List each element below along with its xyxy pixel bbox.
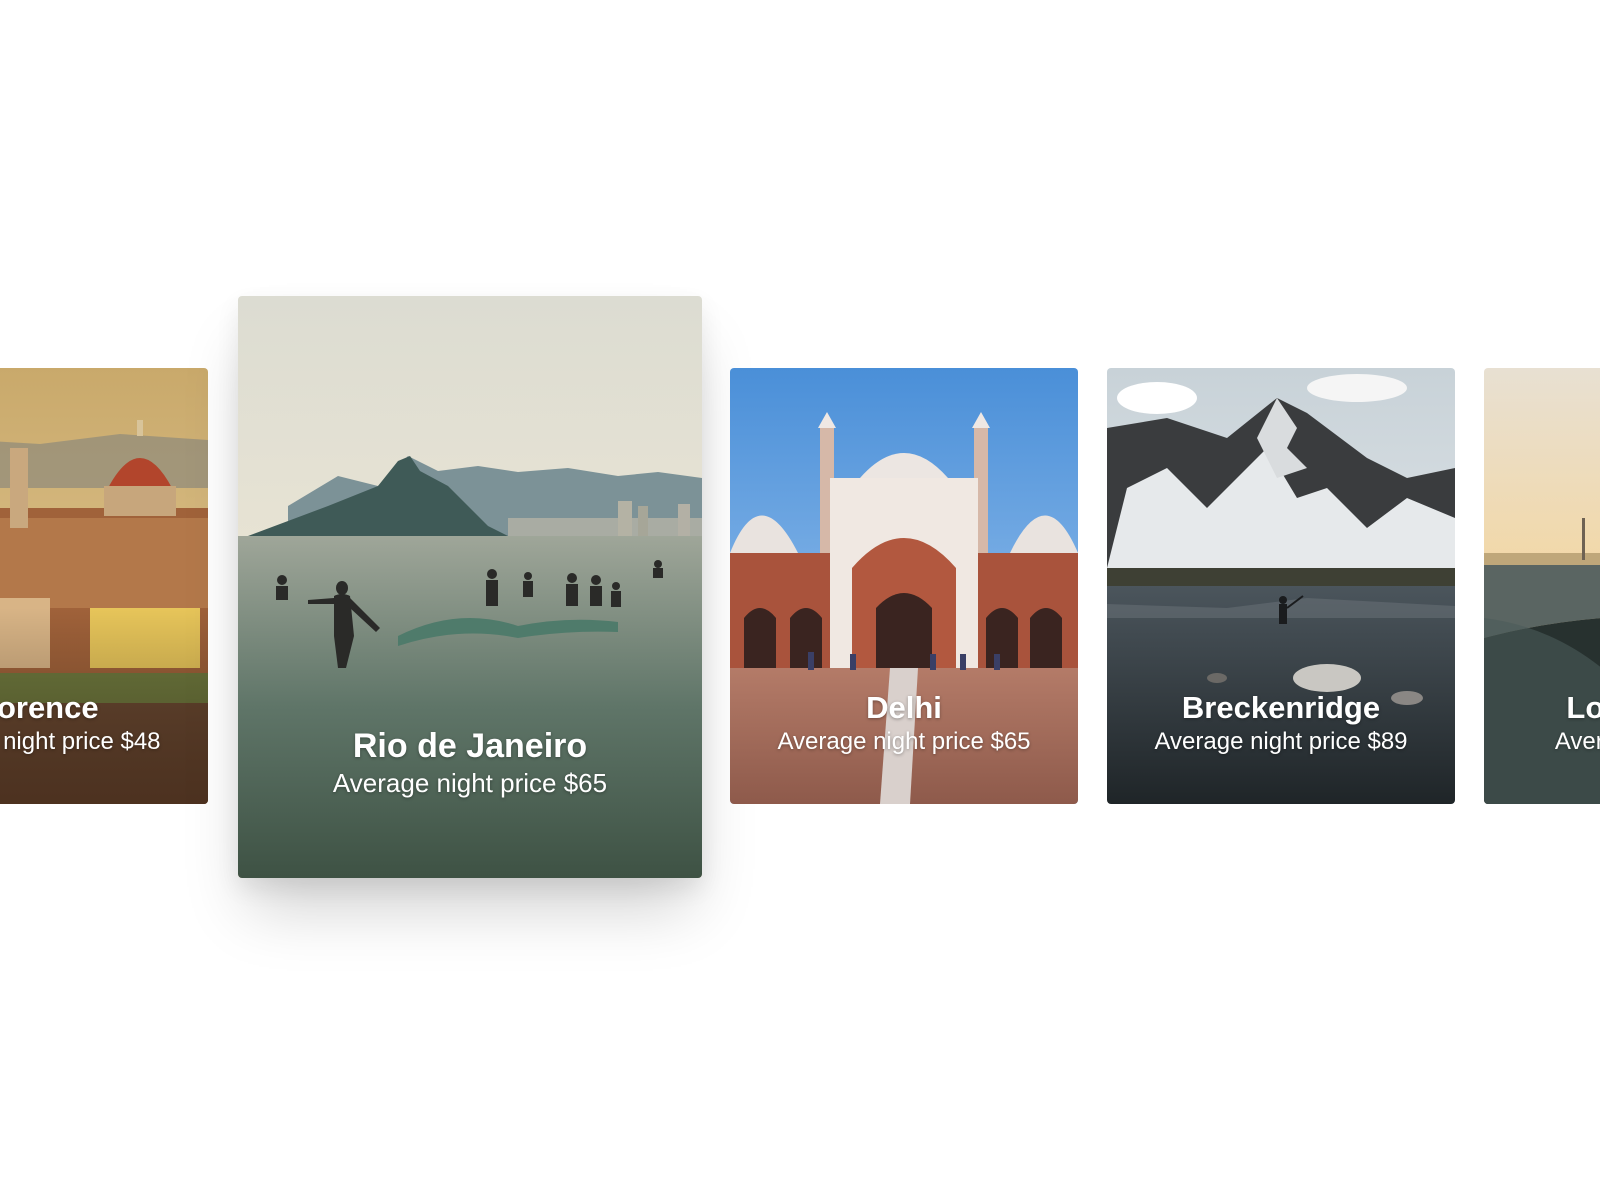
card-label: Los Angeles Average night price (1484, 690, 1600, 758)
average-price: Average night price $65 (332, 768, 608, 798)
card-label: Delhi Average night price $65 (730, 690, 1078, 758)
city-name: Los Angeles (1566, 690, 1600, 725)
average-price: Average night price $89 (1154, 728, 1408, 755)
destination-card-breckenridge[interactable]: Breckenridge Average night price $89 (1107, 368, 1455, 804)
average-price: Average night price $65 (777, 728, 1031, 755)
card-label: Breckenridge Average night price $89 (1107, 690, 1455, 758)
destination-carousel: Florence Average night price $48 (0, 0, 1600, 1200)
destination-card-los-angeles[interactable]: Los Angeles Average night price (1484, 368, 1600, 804)
city-name: Delhi (866, 690, 942, 725)
average-price: Average night price $48 (0, 728, 161, 755)
destination-card-delhi[interactable]: Delhi Average night price $65 (730, 368, 1078, 804)
card-label: Rio de Janeiro Average night price $65 (238, 726, 702, 800)
average-price: Average night price (1554, 728, 1600, 755)
city-name: Rio de Janeiro (352, 727, 588, 765)
city-name: Breckenridge (1181, 690, 1381, 725)
destination-card-rio-de-janeiro[interactable]: Rio de Janeiro Average night price $65 (238, 296, 702, 878)
city-name: Florence (0, 690, 99, 725)
card-label: Florence Average night price $48 (0, 690, 208, 758)
destination-card-florence[interactable]: Florence Average night price $48 (0, 368, 208, 804)
